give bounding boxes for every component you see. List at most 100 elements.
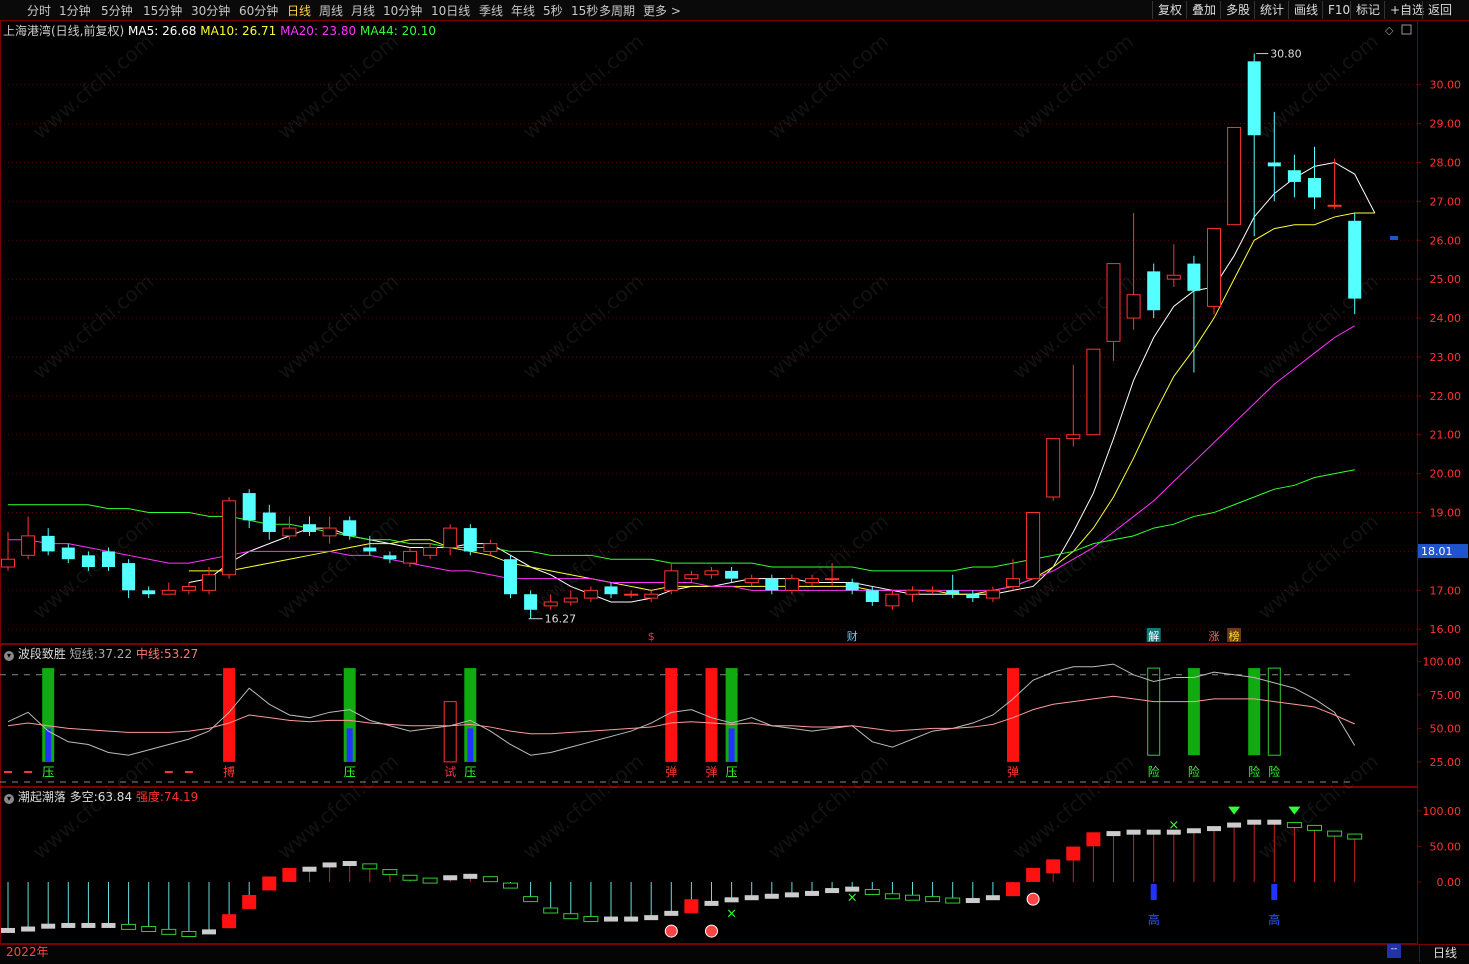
price-marker-label: 18.01 <box>1421 545 1453 558</box>
p2-tick-label: 100.00 <box>1423 655 1462 668</box>
p3-block <box>1066 846 1081 861</box>
ma-legend-item-1: MA10: 26.71 <box>196 24 277 38</box>
p3-block <box>121 923 137 930</box>
ma-legend-item-3: MA44: 20.10 <box>356 24 437 38</box>
price-tick-label: 20.00 <box>1430 468 1462 481</box>
collapse-icon[interactable]: ▾ <box>4 794 14 804</box>
candle-body <box>624 593 639 596</box>
p3-gao-bar <box>1150 884 1157 901</box>
candle-body <box>1187 263 1201 291</box>
candle-body <box>61 547 75 560</box>
candle-body <box>403 550 417 564</box>
p3-block <box>282 867 297 882</box>
p2-tick-label: 50.00 <box>1430 722 1462 735</box>
p2-signal-label: 险 <box>1188 764 1200 779</box>
candle-body <box>1247 61 1261 136</box>
candle-body <box>1287 170 1301 182</box>
candle-body <box>282 527 297 537</box>
watermark: www.cfchi.com <box>518 269 648 384</box>
price-tick-label: 16.00 <box>1430 623 1462 636</box>
p2-tick-label: 25.00 <box>1430 756 1462 769</box>
year-label: 2022年 <box>6 945 49 959</box>
candle-body <box>1227 126 1242 226</box>
p2-signal-label: 压 <box>726 765 738 779</box>
p3-block <box>161 928 177 935</box>
candle-body <box>303 524 316 532</box>
p3-block <box>1307 824 1322 831</box>
price-tick-label: 29.00 <box>1430 118 1462 131</box>
p3-block <box>664 910 679 916</box>
candle-body <box>684 574 699 580</box>
p3-block <box>61 922 76 928</box>
p2-line-中线 <box>7 695 1355 735</box>
candle-body <box>765 578 779 591</box>
panel3-title: 潮起潮落 <box>17 790 66 804</box>
p3-block <box>342 861 357 867</box>
watermark: www.cfchi.com <box>518 29 648 144</box>
event-tag: 财 <box>847 629 858 643</box>
p2-line-短线 <box>7 663 1356 756</box>
p2-signal-blue <box>45 728 52 762</box>
p3-block <box>422 877 438 884</box>
p3-block <box>1186 828 1201 834</box>
candle-body <box>1 558 15 568</box>
p2-signal-blue <box>346 728 353 762</box>
p3-block <box>704 900 719 906</box>
candle-body <box>563 597 578 603</box>
candle-body <box>604 586 618 595</box>
candle-body <box>1308 178 1321 198</box>
p3-block <box>884 893 900 900</box>
price-tick-label: 17.00 <box>1430 584 1462 597</box>
candle-body <box>905 589 920 595</box>
p3-tick-label: 50.00 <box>1430 840 1462 853</box>
p3-block <box>1126 829 1141 835</box>
diamond-icon: ◇ <box>1385 24 1394 37</box>
watermark: www.cfchi.com <box>763 749 893 864</box>
p2-red-dash <box>4 771 12 773</box>
candle-body <box>1046 438 1061 498</box>
p3-block <box>604 916 618 922</box>
p2-signal-label: 险 <box>1148 764 1160 779</box>
p2-signal-label: 险 <box>1248 764 1260 779</box>
p3-block <box>724 897 739 903</box>
p3-block <box>302 866 317 872</box>
p3-block <box>382 869 398 876</box>
period-label[interactable]: 日线 <box>1419 944 1469 962</box>
price-tick-label: 19.00 <box>1430 507 1462 520</box>
p3-block <box>181 931 197 938</box>
candle-body <box>21 535 36 556</box>
collapse-icon[interactable]: ▾ <box>4 651 14 661</box>
price-tick-label: 21.00 <box>1430 429 1462 442</box>
watermark: www.cfchi.com <box>1008 29 1138 144</box>
p3-block <box>482 876 498 883</box>
candle-body <box>463 528 477 552</box>
mid-value: 53.27 <box>163 647 199 661</box>
candle-body <box>946 590 960 595</box>
candle-body <box>1166 274 1181 280</box>
p3-block <box>563 913 579 920</box>
candle-body <box>583 589 598 599</box>
p3-block <box>262 876 277 891</box>
p3-block <box>402 874 418 881</box>
p2-red-dash <box>164 771 173 773</box>
candle-body <box>784 578 799 591</box>
p3-block <box>925 896 941 903</box>
p3-block <box>362 863 378 870</box>
p3-block <box>1347 833 1363 840</box>
p2-signal-label: 搏 <box>223 765 235 779</box>
p3-block <box>1207 826 1221 832</box>
candle-body <box>102 551 115 567</box>
p3-ball-icon <box>1026 892 1040 906</box>
p3-block <box>141 926 157 933</box>
ma-line-MA20 <box>8 325 1355 591</box>
watermark: www.cfchi.com <box>28 29 158 144</box>
candle-body <box>262 512 276 532</box>
scroll-indicator[interactable]: -- <box>1387 944 1401 958</box>
p3-block <box>1286 822 1302 829</box>
p3-block <box>1026 867 1041 882</box>
candle-body <box>845 582 859 591</box>
p2-signal-bar <box>1248 668 1261 756</box>
stock-chart: 16.0017.0018.0019.0020.0021.0022.0023.00… <box>0 20 1468 944</box>
p3-block <box>1006 882 1020 897</box>
p3-block <box>202 929 216 935</box>
